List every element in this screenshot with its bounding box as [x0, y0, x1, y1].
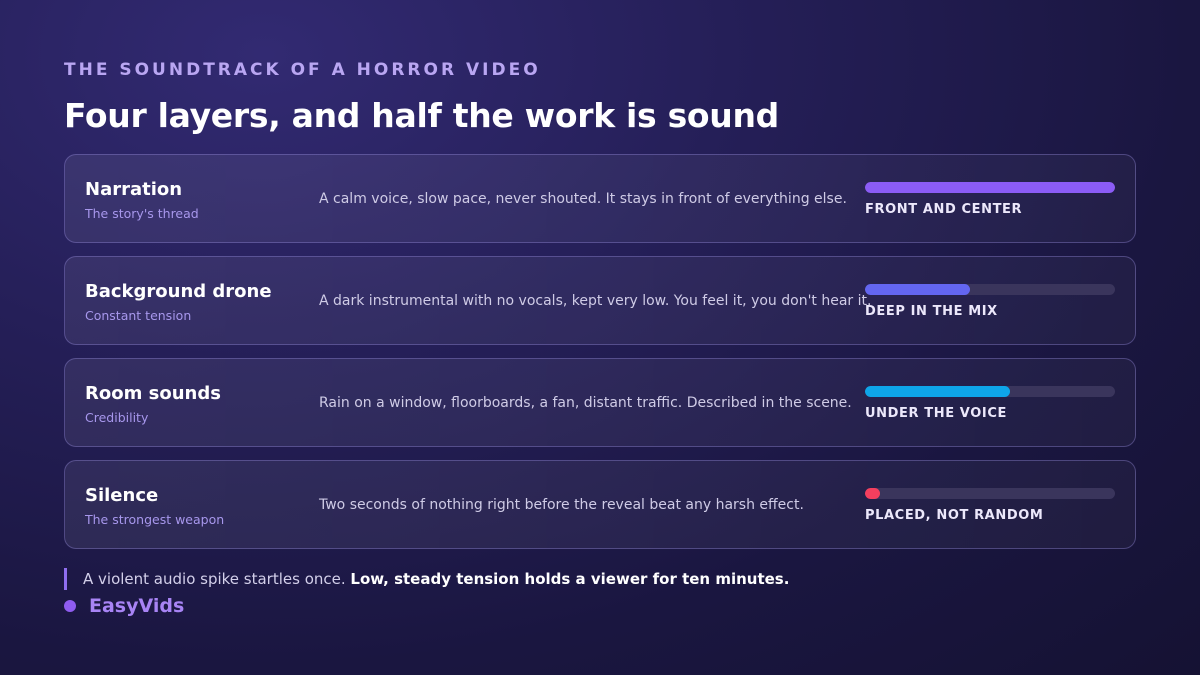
level-bar-fill	[865, 284, 970, 295]
layer-subtitle: Constant tension	[85, 308, 192, 323]
level-label: DEEP IN THE MIX	[865, 304, 998, 319]
level-bar	[865, 284, 1115, 295]
layer-card-narration: Narration The story's thread A calm voic…	[64, 154, 1136, 243]
level-label: UNDER THE VOICE	[865, 406, 1007, 421]
quote-plain: A violent audio spike startles once.	[83, 570, 351, 588]
layer-name: Narration	[85, 179, 183, 200]
brand-dot-icon	[64, 600, 76, 612]
layer-name: Background drone	[85, 281, 272, 302]
brand-name: EasyVids	[89, 595, 185, 617]
layer-subtitle: The story's thread	[85, 206, 199, 221]
quote-bold: Low, steady tension holds a viewer for t…	[350, 570, 790, 588]
level-bar	[865, 386, 1115, 397]
layer-card-room-sounds: Room sounds Credibility Rain on a window…	[64, 358, 1136, 447]
layer-subtitle: Credibility	[85, 410, 149, 425]
level-bar	[865, 182, 1115, 193]
level-label: PLACED, NOT RANDOM	[865, 508, 1044, 523]
layer-list: Narration The story's thread A calm voic…	[64, 154, 1136, 562]
layer-description: A dark instrumental with no vocals, kept…	[319, 293, 872, 309]
layer-subtitle: The strongest weapon	[85, 512, 225, 527]
layer-card-background-drone: Background drone Constant tension A dark…	[64, 256, 1136, 345]
footer-quote: A violent audio spike startles once. Low…	[64, 568, 789, 590]
layer-description: Rain on a window, floorboards, a fan, di…	[319, 395, 852, 411]
layer-card-silence: Silence The strongest weapon Two seconds…	[64, 460, 1136, 549]
layer-name: Silence	[85, 485, 159, 506]
level-bar-fill	[865, 386, 1010, 397]
layer-description: A calm voice, slow pace, never shouted. …	[319, 191, 847, 207]
level-bar	[865, 488, 1115, 499]
brand: EasyVids	[64, 595, 184, 617]
eyebrow-label: THE SOUNDTRACK OF A HORROR VIDEO	[64, 60, 541, 80]
level-bar-fill	[865, 182, 1115, 193]
page-title: Four layers, and half the work is sound	[64, 96, 779, 135]
level-label: FRONT AND CENTER	[865, 202, 1023, 217]
level-bar-fill	[865, 488, 880, 499]
layer-description: Two seconds of nothing right before the …	[319, 497, 804, 513]
layer-name: Room sounds	[85, 383, 221, 404]
